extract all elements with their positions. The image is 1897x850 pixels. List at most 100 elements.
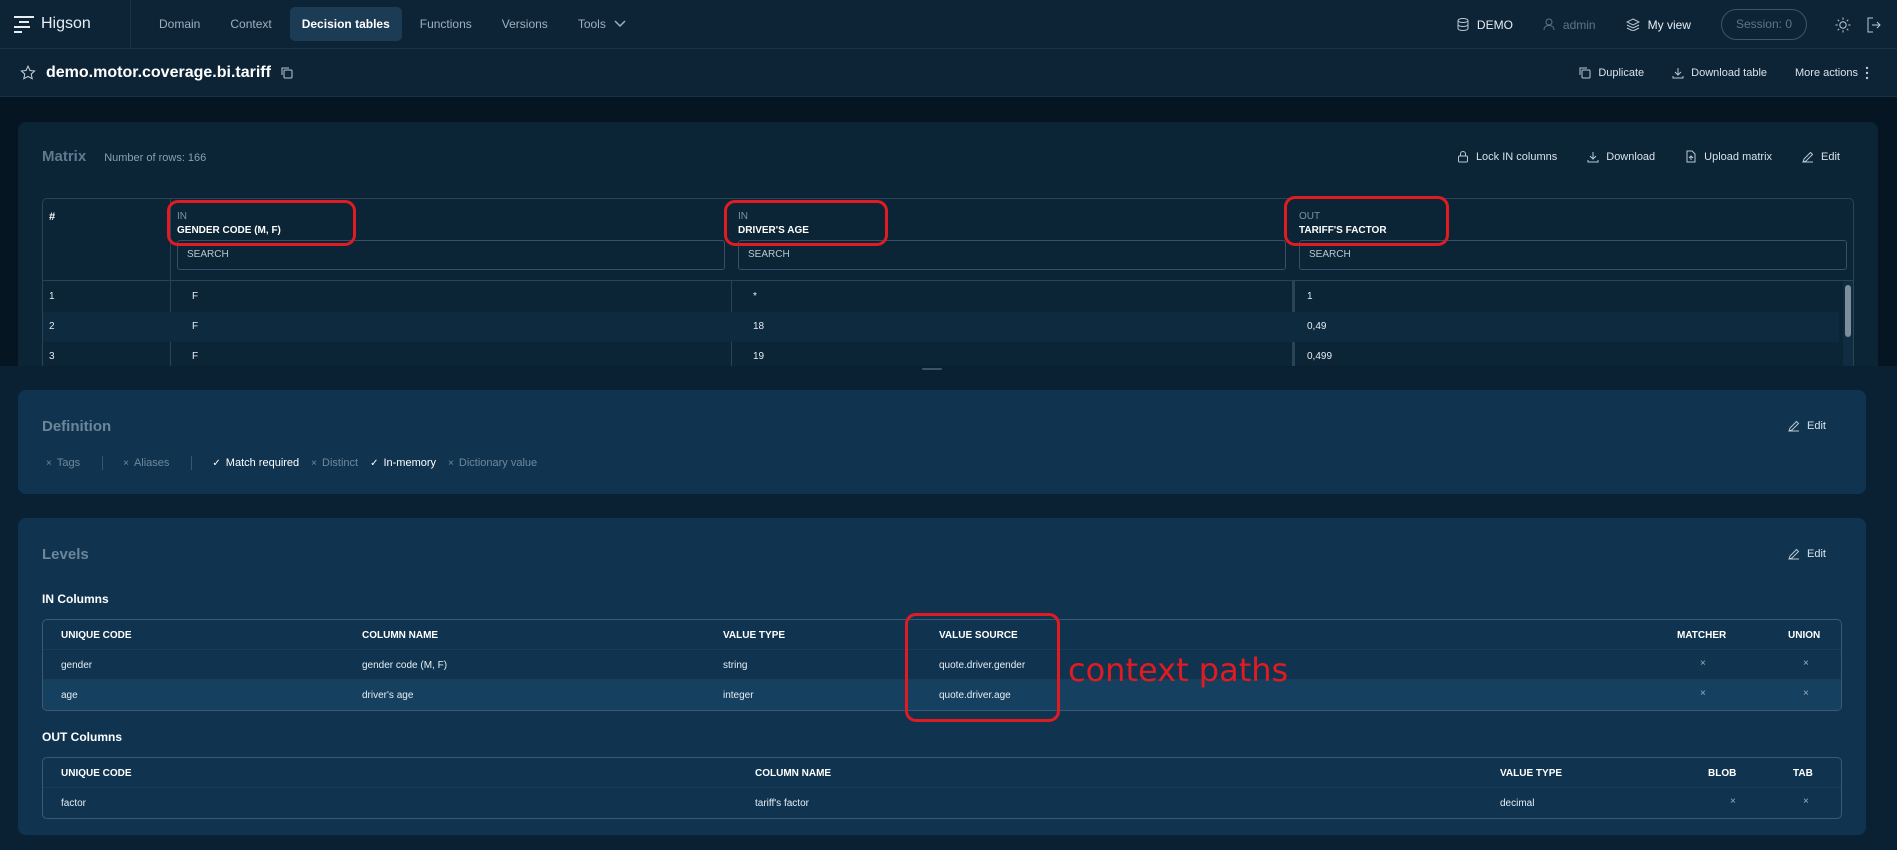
nav-context[interactable]: Context — [218, 7, 283, 41]
logout-button[interactable] — [1867, 17, 1881, 33]
more-actions-button[interactable]: More actions — [1795, 66, 1869, 80]
annotation-label: context paths — [1068, 651, 1289, 689]
row-number: 1 — [49, 291, 55, 302]
header-value-type: VALUE TYPE — [723, 630, 786, 641]
view-label: My view — [1647, 17, 1691, 32]
logo-icon — [14, 15, 34, 33]
flag-tags: × Tags — [46, 457, 80, 469]
flag-aliases: × Aliases — [123, 457, 169, 469]
nav-functions[interactable]: Functions — [408, 7, 484, 41]
matcher-cross-icon: × — [1700, 688, 1706, 699]
matrix-header: Matrix Number of rows: 166 — [42, 148, 206, 165]
cell-factor: 0,499 — [1307, 351, 1333, 362]
header-tab: TAB — [1793, 768, 1813, 779]
cell-factor: 1 — [1307, 291, 1313, 302]
cell-gender: F — [192, 351, 199, 362]
union-cross-icon: × — [1803, 658, 1809, 669]
download-table-button[interactable]: Download table — [1672, 67, 1767, 79]
cell-age: 18 — [753, 321, 765, 332]
matrix-edit-label: Edit — [1821, 150, 1840, 163]
matcher-cross-icon: × — [1700, 658, 1706, 669]
upload-file-icon — [1686, 150, 1696, 163]
header-union: UNION — [1788, 630, 1821, 641]
duplicate-button[interactable]: Duplicate — [1579, 67, 1644, 79]
lock-in-columns-button[interactable]: Lock IN columns — [1457, 150, 1557, 163]
in-columns-title: IN Columns — [42, 592, 109, 606]
user-icon — [1543, 18, 1555, 31]
out-columns-header-row: UNIQUE CODE COLUMN NAME VALUE TYPE BLOB … — [43, 758, 1841, 788]
nav-tools[interactable]: Tools — [566, 7, 638, 41]
cell-factor: 0,49 — [1307, 321, 1327, 332]
header-blob: BLOB — [1708, 768, 1737, 779]
cell-gender: F — [192, 291, 199, 302]
header-matcher: MATCHER — [1677, 630, 1727, 641]
flag-in-memory: ✓ In-memory — [370, 457, 436, 469]
row-count: Number of rows: 166 — [104, 152, 207, 164]
flag-label: Tags — [56, 457, 81, 469]
theme-toggle[interactable] — [1835, 17, 1851, 33]
table-row[interactable]: 2 F 18 0,49 — [43, 312, 1839, 342]
out-columns-title: OUT Columns — [42, 730, 122, 744]
check-icon: ✓ — [370, 457, 379, 469]
union-cross-icon: × — [1803, 688, 1809, 699]
pencil-icon — [1788, 420, 1800, 432]
layers-icon — [1625, 18, 1640, 31]
download-button[interactable]: Download — [1587, 151, 1655, 163]
tab-cross-icon: × — [1803, 796, 1809, 807]
out-columns-table: UNIQUE CODE COLUMN NAME VALUE TYPE BLOB … — [42, 757, 1842, 819]
nav-tools-label: Tools — [577, 17, 606, 31]
definition-panel: Definition Edit × Tags × Aliases ✓ Match re… — [18, 390, 1866, 494]
more-actions-label: More actions — [1795, 67, 1858, 79]
table-row[interactable]: factor tariff's factor decimal × × — [43, 788, 1841, 818]
title-actions: Duplicate Download table More actions — [1579, 49, 1869, 97]
star-icon[interactable] — [20, 64, 36, 81]
header-column-name: COLUMN NAME — [755, 768, 832, 779]
cross-icon: × — [123, 457, 129, 469]
cell-unique-code: age — [61, 690, 78, 701]
cross-icon: × — [311, 457, 318, 469]
cell-gender: F — [192, 321, 199, 332]
levels-title: Levels — [42, 546, 89, 563]
definition-edit-button[interactable]: Edit — [1788, 420, 1826, 432]
view-selector[interactable]: My view — [1625, 17, 1691, 32]
table-row[interactable]: 1 F * 1 — [43, 282, 1839, 312]
flag-label: In-memory — [383, 457, 437, 469]
matrix-edit-button[interactable]: Edit — [1802, 151, 1840, 163]
pencil-icon — [1802, 151, 1814, 163]
definition-title: Definition — [42, 418, 112, 435]
environment-selector[interactable]: DEMO — [1457, 18, 1513, 32]
sun-icon — [1835, 17, 1851, 32]
duplicate-label: Duplicate — [1598, 67, 1645, 79]
cross-icon: × — [448, 457, 454, 469]
matrix-actions: Lock IN columns Download Upload matrix E… — [1457, 150, 1840, 163]
annotation-box-gender — [167, 200, 356, 246]
session-badge[interactable]: Session: 0 — [1720, 9, 1807, 40]
user-menu[interactable]: admin — [1543, 18, 1596, 32]
levels-edit-button[interactable]: Edit — [1788, 548, 1826, 560]
nav-domain[interactable]: Domain — [147, 7, 212, 41]
flag-match-required: ✓ Match required — [212, 457, 299, 469]
upload-matrix-button[interactable]: Upload matrix — [1685, 150, 1772, 163]
download-icon — [1672, 68, 1684, 79]
app-logo[interactable]: Higson — [0, 15, 130, 33]
header-column-name: COLUMN NAME — [362, 630, 439, 641]
definition-edit-label: Edit — [1807, 420, 1826, 432]
annotation-box-age — [724, 200, 888, 246]
row-number: 2 — [49, 321, 55, 332]
chevron-down-icon — [614, 20, 626, 28]
flag-dictionary-value: × Dictionary value — [448, 457, 537, 469]
cell-column-name: gender code (M, F) — [362, 660, 448, 671]
matrix-scrollbar-thumb[interactable] — [1845, 285, 1851, 337]
splitter-handle[interactable] — [922, 368, 942, 370]
nav-versions[interactable]: Versions — [490, 7, 560, 41]
download-icon — [1587, 151, 1599, 162]
copy-icon[interactable] — [281, 67, 293, 79]
cell-value-type: integer — [723, 690, 754, 701]
flag-label: Aliases — [133, 457, 170, 469]
main-nav: Domain Context Decision tables Functions… — [147, 7, 638, 41]
table-row[interactable]: 3 F 19 0,499 — [43, 342, 1839, 366]
panel-splitter[interactable] — [0, 366, 1897, 372]
cell-value-type: string — [723, 660, 748, 671]
nav-decision-tables[interactable]: Decision tables — [289, 7, 402, 41]
user-name: admin — [1562, 17, 1596, 32]
